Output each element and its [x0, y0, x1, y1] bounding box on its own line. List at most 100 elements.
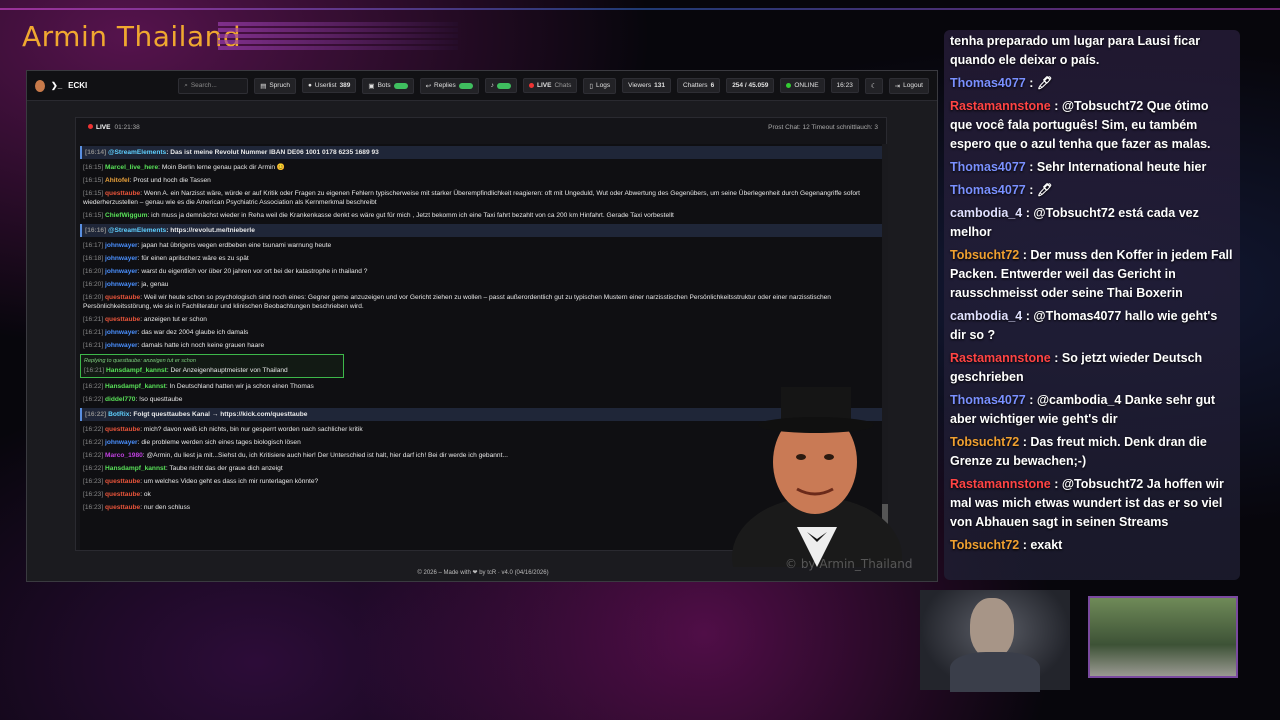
message-timestamp: [16:17]	[83, 242, 104, 249]
message-text: https://revolut.me/tnieberle	[170, 227, 255, 234]
message-row: [16:21] questtaube: anzeigen tut er scho…	[83, 316, 207, 323]
stream-chat-username: cambodia_4	[950, 206, 1023, 220]
moon-icon: ☾	[870, 82, 877, 90]
message-timestamp: [16:23]	[83, 491, 104, 498]
message-username[interactable]: Ahitofel	[105, 177, 130, 184]
message-text: nur den schluss	[143, 504, 191, 511]
spruch-button[interactable]: ▤ Spruch	[254, 77, 296, 94]
userlist-count: 389	[339, 82, 351, 89]
file-icon: ▯	[589, 82, 593, 90]
message-row: [16:17] johnwayer: japan hat übrigens we…	[83, 242, 332, 249]
stream-chat-message: Rastamannstone : @Tobsucht72 Ja hoffen w…	[950, 475, 1234, 532]
message-username[interactable]: diddel770	[105, 396, 135, 403]
message-username[interactable]: ChiefWiggum	[105, 212, 147, 219]
replies-toggle[interactable]	[458, 82, 473, 89]
stream-chat-message: cambodia_4 : @Tobsucht72 está cada vez m…	[950, 204, 1234, 242]
message-username[interactable]: Hansdampf_kannst	[105, 383, 166, 390]
message-username[interactable]: Hansdampf_kannst	[106, 367, 167, 374]
message-text: Prost und hoch die Tassen	[133, 177, 211, 184]
message-timestamp: [16:20]	[83, 294, 104, 301]
live-dot-icon	[88, 123, 93, 129]
message-row: [16:15] Marcel_live_here: Moin Berlin le…	[83, 164, 286, 171]
stream-chat-text: : Sehr International heute hier	[1029, 160, 1207, 174]
replies-button[interactable]: ↩ Replies	[419, 77, 479, 94]
message-username[interactable]: @StreamElements	[108, 149, 166, 156]
stream-chat-message: Tobsucht72 : Das freut mich. Denk dran d…	[950, 433, 1234, 471]
bots-button[interactable]: ▣ Bots	[362, 77, 414, 94]
message-text: damals hatte ich noch keine grauen haare	[141, 342, 265, 349]
message-username[interactable]: johnwayer	[105, 281, 138, 288]
message-timestamp: [16:15]	[83, 177, 104, 184]
message-username[interactable]: BotRix	[108, 411, 129, 418]
stream-chat: tenha preparado um lugar para Lausi fica…	[944, 30, 1240, 580]
message-timestamp: [16:22]	[85, 411, 107, 418]
search-input[interactable]: ⌕ Search...	[178, 77, 249, 94]
message-username[interactable]: Marcel_live_here	[105, 164, 158, 171]
online-dot-icon	[786, 83, 792, 88]
message-username[interactable]: questtaube	[105, 294, 140, 301]
message-row: [16:15] Ahitofel: Prost und hoch die Tas…	[83, 177, 211, 184]
message-username[interactable]: questtaube	[105, 478, 140, 485]
stream-chat-message: Tobsucht72 : Der muss den Koffer in jede…	[950, 246, 1234, 303]
stream-chat-text: : 🖊	[1029, 183, 1053, 197]
user-icon: ●	[307, 82, 312, 89]
brand-label: ECKI	[68, 81, 88, 90]
message-timestamp: [16:18]	[83, 255, 104, 262]
logout-button[interactable]: ⇥ Logout	[888, 77, 929, 94]
chat-icon: ▤	[260, 82, 267, 90]
sound-button[interactable]: ♪	[484, 78, 517, 93]
message-timestamp: [16:16]	[85, 227, 107, 234]
message-username[interactable]: johnwayer	[105, 329, 138, 336]
clock: 16:23	[830, 78, 859, 93]
message-text: Folgt questtaubes Kanal → https://kick.c…	[133, 411, 308, 418]
stream-chat-username: Thomas4077	[950, 76, 1026, 90]
stream-chat-message: tenha preparado um lugar para Lausi fica…	[950, 32, 1234, 70]
message-row: [16:18] johnwayer: für einen aprilscherz…	[83, 255, 249, 262]
chat-header: LIVE 01:21:38 Prost Chat: 12 Timeout schn…	[76, 118, 886, 136]
message-text: @Armin, du liest ja mit...Siehst du, ich…	[146, 452, 508, 459]
message-username[interactable]: questtaube	[105, 504, 140, 511]
message-timestamp: [16:22]	[83, 426, 104, 433]
message-username[interactable]: johnwayer	[105, 439, 138, 446]
stream-chat-username: Thomas4077	[950, 183, 1026, 197]
message-row: [16:16] @StreamElements: https://revolut…	[80, 224, 888, 237]
stream-chat-username: Rastamannstone	[950, 477, 1051, 491]
message-username[interactable]: questtaube	[105, 190, 140, 197]
message-username[interactable]: johnwayer	[105, 342, 138, 349]
stream-chat-message: Tobsucht72 : exakt	[950, 536, 1234, 555]
decorative-bars	[218, 22, 458, 52]
bots-toggle[interactable]	[393, 82, 408, 89]
message-timestamp: [16:23]	[83, 478, 104, 485]
footer: © 2026 – Made with ❤ by tcR · v4.0 (04/1…	[417, 570, 549, 576]
message-text: Wenn A. ein Narzisst wäre, würde er auf …	[83, 190, 861, 206]
message-username[interactable]: johnwayer	[105, 255, 138, 262]
chat-dashboard-window: ❯_ ECKI ⌕ Search... ▤ Spruch ● Userlist 389 …	[26, 70, 938, 582]
userlist-button[interactable]: ● Userlist 389	[301, 78, 357, 93]
message-username[interactable]: Hansdampf_kannst	[105, 465, 166, 472]
message-text: Das ist meine Revolut Nummer IBAN DE06 1…	[170, 149, 379, 156]
webcam-person-head	[970, 598, 1014, 658]
message-username[interactable]: questtaube	[105, 426, 140, 433]
theme-toggle[interactable]: ☾	[864, 77, 883, 94]
brand[interactable]: ❯_ ECKI	[35, 79, 178, 92]
outdoor-camera-feed	[1088, 596, 1238, 678]
message-username[interactable]: johnwayer	[105, 268, 138, 275]
webcam-person-body	[950, 652, 1040, 692]
message-username[interactable]: Marco_1980	[105, 452, 143, 459]
stream-chat-username: Tobsucht72	[950, 538, 1020, 552]
stream-chat-message: Thomas4077 : 🖊	[950, 74, 1234, 93]
message-timestamp: [16:23]	[83, 504, 104, 511]
message-row: [16:15] ChiefWiggum: ich muss ja demnäch…	[83, 212, 674, 219]
message-username[interactable]: @StreamElements	[108, 227, 166, 234]
message-timestamp: [16:21]	[84, 367, 105, 374]
message-username[interactable]: johnwayer	[105, 242, 138, 249]
logs-button[interactable]: ▯ Logs	[583, 77, 617, 94]
message-username[interactable]: questtaube	[105, 491, 140, 498]
live-chats-button[interactable]: LIVE Chats	[522, 78, 578, 93]
message-text: Weil wir heute schon so psychologisch si…	[83, 294, 831, 310]
message-row: Replying to questtaube: anzeigen tut er …	[80, 354, 344, 378]
message-username[interactable]: questtaube	[105, 316, 140, 323]
stream-chat-text: tenha preparado um lugar para Lausi fica…	[950, 34, 1201, 67]
stream-chat-message: Thomas4077 : 🖊	[950, 181, 1234, 200]
sound-toggle[interactable]	[496, 82, 511, 89]
